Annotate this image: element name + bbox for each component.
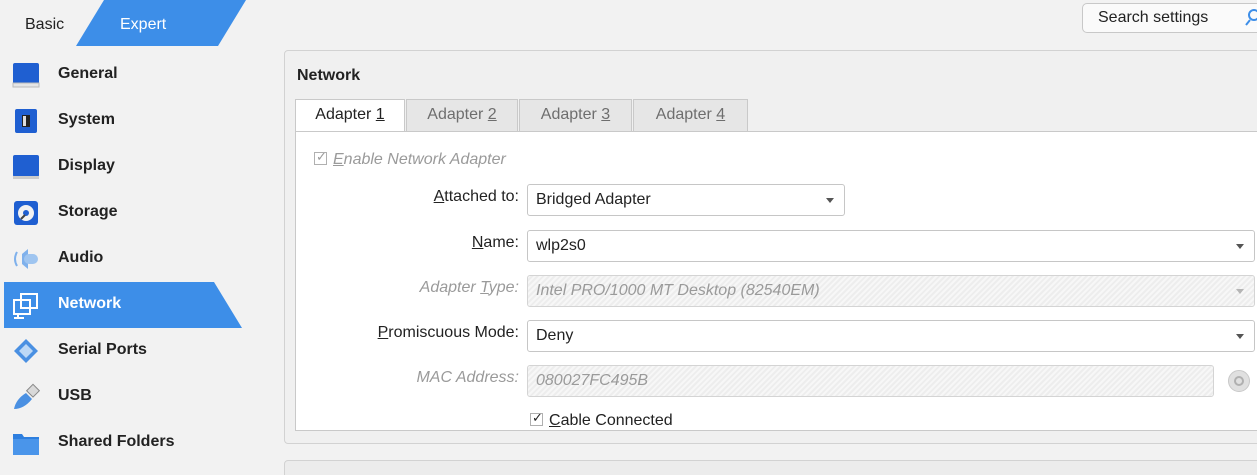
promiscuous-mode-select[interactable]: Deny: [527, 320, 1255, 352]
page-title: Network: [297, 67, 361, 84]
display-icon: [13, 155, 39, 179]
label-text: Name:: [472, 234, 519, 252]
tab-label-key: 1: [375, 106, 385, 123]
tab-label: Adapter: [427, 106, 488, 123]
general-icon: [12, 63, 40, 88]
sidebar-item-label: Audio: [58, 249, 104, 266]
label-key: N: [471, 234, 484, 251]
sidebar-item-label: Shared Folders: [58, 433, 175, 450]
sidebar-item-label: Storage: [58, 203, 118, 220]
label-key: P: [377, 324, 389, 341]
label-rest: ype:: [488, 279, 519, 296]
sidebar-item-shared-folders[interactable]: Shared Folders: [0, 420, 270, 466]
mac-address-value: 080027FC495B: [536, 372, 649, 389]
serial-ports-icon: [14, 339, 38, 363]
network-icon: [13, 293, 38, 319]
label-text: MAC Address:: [416, 369, 519, 386]
network-settings-panel: Network Adapter 1 Adapter 2 Adapter 3 Ad…: [284, 50, 1257, 444]
secondary-panel: [284, 460, 1257, 475]
promiscuous-mode-value: Deny: [536, 327, 574, 344]
label-text: Promiscuous Mode:: [378, 324, 519, 342]
attached-to-label: Attached to:: [296, 188, 519, 212]
checkbox-label-key: E: [333, 151, 344, 168]
checkbox-label: nable Network Adapter: [343, 151, 506, 168]
name-value: wlp2s0: [536, 237, 586, 254]
label-rest: ttached to:: [444, 188, 519, 205]
tab-label-key: 2: [487, 106, 497, 123]
cable-connected-checkbox[interactable]: Cable Connected: [530, 410, 673, 430]
sidebar-item-usb[interactable]: USB: [0, 374, 270, 420]
tab-label: Adapter: [315, 106, 376, 123]
sidebar-item-label: Display: [58, 157, 115, 174]
mode-basic-tab[interactable]: Basic: [25, 16, 64, 34]
chevron-down-icon: [826, 198, 834, 203]
settings-sidebar: General System Display Storage Audio Net…: [0, 52, 270, 475]
label-pre: Adapter: [419, 279, 481, 296]
attached-to-select[interactable]: Bridged Adapter: [527, 184, 845, 216]
label-text: Adapter Type:: [420, 279, 519, 297]
sidebar-item-network[interactable]: Network: [0, 282, 270, 328]
mode-tabs: Basic Expert: [0, 0, 270, 46]
sidebar-item-label: General: [58, 65, 118, 82]
chevron-down-icon: [1236, 289, 1244, 294]
label-key: T: [480, 279, 489, 296]
shared-folders-icon: [13, 434, 39, 455]
promiscuous-mode-label: Promiscuous Mode:: [296, 324, 519, 348]
usb-icon: [14, 383, 40, 409]
name-select[interactable]: wlp2s0: [527, 230, 1255, 262]
checkbox-box: [530, 410, 543, 426]
sidebar-item-storage[interactable]: Storage: [0, 190, 270, 236]
sidebar-item-label: Serial Ports: [58, 341, 147, 358]
adapter-1-page: Enable Network Adapter Attached to: Brid…: [295, 131, 1257, 431]
refresh-mac-icon: [1228, 370, 1250, 392]
enable-network-adapter-checkbox[interactable]: Enable Network Adapter: [314, 149, 506, 169]
tab-label-key: 3: [601, 106, 611, 123]
sidebar-item-serial-ports[interactable]: Serial Ports: [0, 328, 270, 374]
checkbox-box: [314, 149, 327, 165]
storage-icon: [14, 201, 38, 225]
label-text: Attached to:: [434, 188, 519, 206]
sidebar-item-audio[interactable]: Audio: [0, 236, 270, 282]
checkbox-label: able Connected: [560, 412, 673, 429]
adapter-type-value: Intel PRO/1000 MT Desktop (82540EM): [536, 282, 820, 299]
sidebar-item-label: System: [58, 111, 115, 128]
tab-adapter-3[interactable]: Adapter 3: [519, 99, 632, 131]
mode-expert-label: Expert: [120, 16, 167, 33]
mac-address-label: MAC Address:: [296, 369, 519, 393]
name-label: Name:: [296, 234, 519, 258]
tab-label: Adapter: [655, 106, 717, 123]
sidebar-item-display[interactable]: Display: [0, 144, 270, 190]
chevron-down-icon: [1236, 334, 1244, 339]
audio-icon: [14, 249, 38, 269]
adapter-type-label: Adapter Type:: [296, 279, 519, 303]
attached-to-value: Bridged Adapter: [536, 191, 651, 208]
sidebar-item-general[interactable]: General: [0, 52, 270, 98]
search-settings-field[interactable]: Search settings: [1082, 3, 1257, 33]
checkbox-label-key: C: [549, 412, 561, 429]
tab-label: Adapter: [540, 106, 602, 123]
label-rest: romiscuous Mode:: [388, 324, 519, 341]
search-icon[interactable]: [1245, 7, 1257, 29]
adapter-type-select: Intel PRO/1000 MT Desktop (82540EM): [527, 275, 1255, 307]
sidebar-item-system[interactable]: System: [0, 98, 270, 144]
chevron-down-icon: [1236, 244, 1244, 249]
mac-address-field: 080027FC495B: [527, 365, 1214, 397]
label-rest: ame:: [483, 234, 519, 251]
tab-adapter-4[interactable]: Adapter 4: [633, 99, 748, 131]
tab-adapter-2[interactable]: Adapter 2: [406, 99, 518, 131]
label-key: A: [433, 188, 445, 205]
tab-adapter-1[interactable]: Adapter 1: [295, 99, 405, 132]
sidebar-item-label: Network: [58, 295, 122, 312]
search-settings-label: Search settings: [1098, 9, 1209, 26]
system-icon: [15, 109, 37, 133]
sidebar-item-label: USB: [58, 387, 92, 404]
tab-label-key: 4: [716, 106, 726, 123]
